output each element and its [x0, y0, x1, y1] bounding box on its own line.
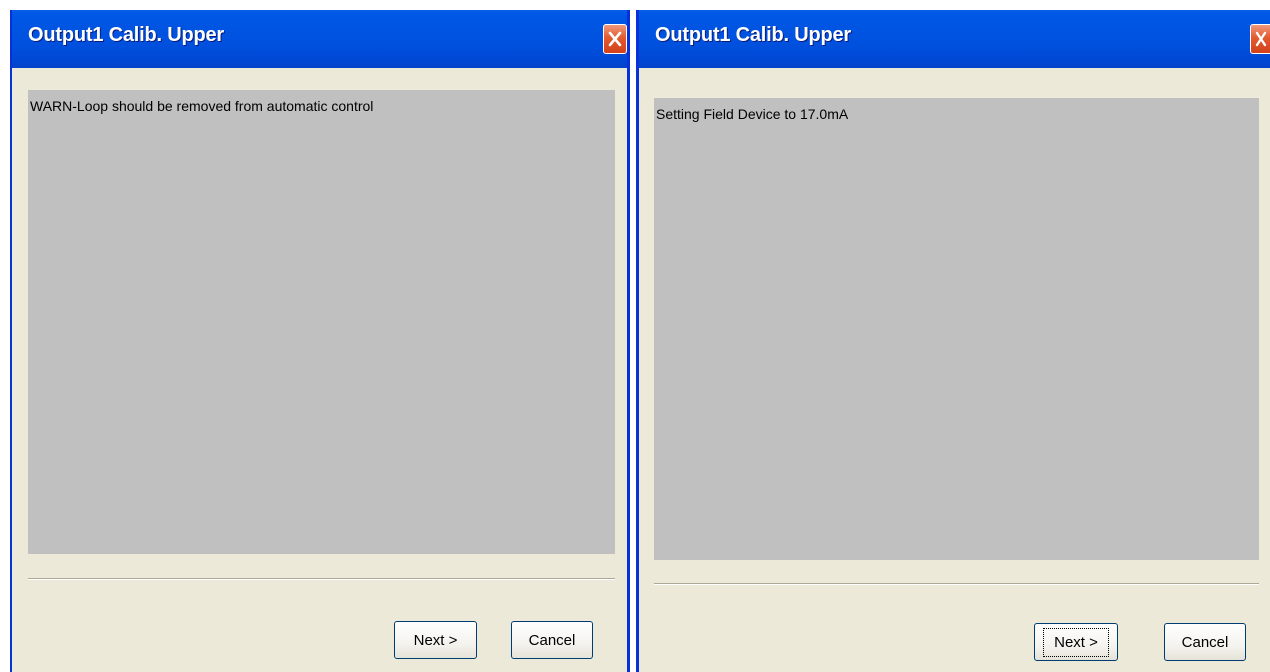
dialog-body: WARN-Loop should be removed from automat…	[12, 68, 627, 672]
next-button[interactable]: Next >	[1034, 623, 1118, 661]
cancel-button[interactable]: Cancel	[511, 621, 593, 659]
close-icon	[1255, 31, 1267, 47]
separator	[654, 583, 1259, 585]
next-button-label: Next >	[1043, 627, 1109, 657]
calibration-dialog-2: Output1 Calib. Upper Setting Field Devic…	[636, 10, 1270, 672]
message-text: WARN-Loop should be removed from automat…	[30, 98, 374, 114]
calibration-dialog-1: Output1 Calib. Upper WARN-Loop should be…	[10, 10, 630, 672]
title-bar[interactable]: Output1 Calib. Upper	[639, 10, 1270, 68]
close-icon	[608, 31, 622, 47]
cancel-button-label: Cancel	[1181, 633, 1229, 651]
cancel-button-label: Cancel	[528, 631, 576, 649]
close-button[interactable]	[603, 24, 627, 54]
dialog-title: Output1 Calib. Upper	[28, 24, 225, 46]
title-bar[interactable]: Output1 Calib. Upper	[12, 10, 627, 68]
message-panel: WARN-Loop should be removed from automat…	[28, 90, 615, 554]
next-button-label: Next >	[413, 631, 458, 649]
separator	[28, 578, 615, 580]
dialog-body: Setting Field Device to 17.0mA Next > Ca…	[639, 68, 1270, 672]
dialog-title: Output1 Calib. Upper	[655, 24, 852, 46]
close-button[interactable]	[1250, 24, 1270, 54]
message-text: Setting Field Device to 17.0mA	[656, 106, 849, 122]
message-panel: Setting Field Device to 17.0mA	[654, 98, 1259, 560]
cancel-button[interactable]: Cancel	[1164, 623, 1246, 661]
next-button[interactable]: Next >	[394, 621, 477, 659]
